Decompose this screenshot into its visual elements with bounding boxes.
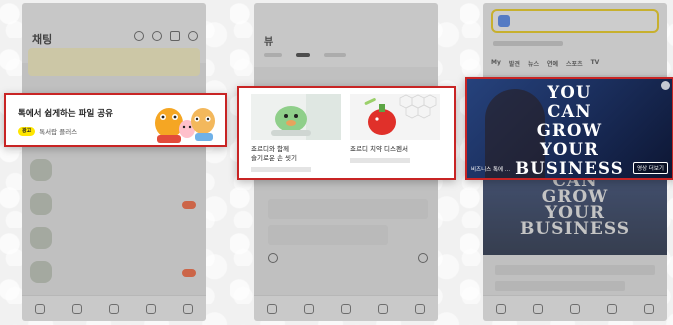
shopping-tab-icon[interactable] <box>377 303 388 314</box>
chats-tab-icon[interactable] <box>304 303 315 314</box>
ad-headline-word: YOUR <box>539 140 600 159</box>
avatar <box>30 261 52 283</box>
weather-line <box>493 41 563 48</box>
list-item[interactable] <box>495 265 655 275</box>
characters-illustration-icon <box>155 108 215 143</box>
chats-tab-icon[interactable] <box>533 303 544 314</box>
chat-row[interactable] <box>22 187 206 221</box>
bottom-tab-bar <box>483 295 667 321</box>
like-icon[interactable] <box>418 253 428 263</box>
highlighted-video-ad[interactable]: YOU CAN GROW YOUR BUSINESS 비즈니스 톡에 ... 영… <box>465 77 673 180</box>
chat-row[interactable] <box>22 153 206 187</box>
tab-placeholder[interactable] <box>264 53 282 57</box>
ad-headline-word: GROW <box>536 121 603 140</box>
view-logo: 뷰 <box>264 37 274 48</box>
chat-row[interactable] <box>22 221 206 255</box>
product-card[interactable]: 죠르디와 함께 슬기로운 손 씻기 <box>251 94 346 172</box>
tab-entertainment[interactable]: 연예 <box>547 59 558 68</box>
view-tab-icon[interactable] <box>108 303 119 314</box>
friends-tab-icon[interactable] <box>35 303 46 314</box>
more-tab-icon[interactable] <box>182 303 193 314</box>
music-icon[interactable] <box>170 31 180 41</box>
header-icons <box>134 31 198 41</box>
list-item[interactable] <box>495 281 625 291</box>
bottom-tab-bar <box>254 295 438 321</box>
unread-badge <box>182 201 196 209</box>
content-card[interactable] <box>268 199 428 219</box>
card-actions <box>268 253 428 263</box>
unread-badge <box>182 269 196 277</box>
tab-news[interactable]: 뉴스 <box>528 59 539 68</box>
tab-placeholder[interactable] <box>324 53 346 57</box>
more-tab-icon[interactable] <box>643 303 654 314</box>
phone-screen-chat-list: 채팅 <box>22 3 206 321</box>
ad-caption: 비즈니스 톡에 ... <box>471 167 511 173</box>
bottom-tab-bar <box>22 295 206 321</box>
more-tab-icon[interactable] <box>414 303 425 314</box>
search-icon[interactable] <box>134 31 144 41</box>
news-header: My 발견 뉴스 연예 스포츠 TV <box>483 3 667 75</box>
share-icon[interactable] <box>268 253 278 263</box>
view-tab-icon[interactable] <box>340 303 351 314</box>
product-card[interactable]: 죠르디 치약 디스펜서 <box>350 94 445 163</box>
content-card[interactable] <box>268 225 388 245</box>
avatar <box>30 159 52 181</box>
view-tab-icon[interactable] <box>569 303 580 314</box>
view-tabs <box>264 53 346 57</box>
product-title: 죠르디와 함께 슬기로운 손 씻기 <box>251 145 297 162</box>
close-icon[interactable] <box>661 81 670 90</box>
search-bar[interactable] <box>491 9 659 33</box>
avatar <box>30 227 52 249</box>
jordy-soap-icon <box>251 94 341 140</box>
product-meta-placeholder <box>350 158 410 163</box>
avatar <box>30 193 52 215</box>
ad-headline-word: CAN <box>547 102 592 121</box>
ad-headline-word: YOU <box>547 83 592 102</box>
shopping-tab-icon[interactable] <box>606 303 617 314</box>
product-image <box>350 94 440 140</box>
tab-sports[interactable]: 스포츠 <box>566 59 583 68</box>
view-header: 뷰 <box>254 3 438 67</box>
highlighted-banner-ad[interactable]: 톡에서 쉽게하는 파일 공유 광고 톡서랍 플러스 <box>4 93 227 147</box>
chat-row[interactable] <box>22 255 206 289</box>
news-tabs: My 발견 뉴스 연예 스포츠 TV <box>491 59 599 68</box>
tab-tv[interactable]: TV <box>591 59 600 68</box>
product-image <box>251 94 341 140</box>
highlighted-product-cards: 죠르디와 함께 슬기로운 손 씻기 죠르디 치약 디스펜서 <box>237 86 456 180</box>
tab-discover[interactable]: 발견 <box>509 59 520 68</box>
toothpaste-dispenser-icon <box>350 94 440 140</box>
gear-icon[interactable] <box>188 31 198 41</box>
tab-placeholder-active[interactable] <box>296 53 310 57</box>
friends-tab-icon[interactable] <box>267 303 278 314</box>
chats-tab-icon[interactable] <box>72 303 83 314</box>
new-chat-icon[interactable] <box>152 31 162 41</box>
watch-more-button[interactable]: 영상 더보기 <box>632 162 668 174</box>
friends-tab-icon[interactable] <box>496 303 507 314</box>
tab-my[interactable]: My <box>491 59 501 68</box>
daum-logo-icon <box>498 15 510 27</box>
shopping-tab-icon[interactable] <box>145 303 156 314</box>
banner-subtitle: 톡서랍 플러스 <box>39 128 78 136</box>
ad-badge: 광고 <box>18 126 36 136</box>
product-title: 죠르디 치약 디스펜서 <box>350 145 408 153</box>
weather-placeholder <box>493 41 563 46</box>
product-meta-placeholder <box>251 167 311 172</box>
banner-placeholder <box>28 48 200 76</box>
video-word: BUSINESS <box>519 219 631 239</box>
